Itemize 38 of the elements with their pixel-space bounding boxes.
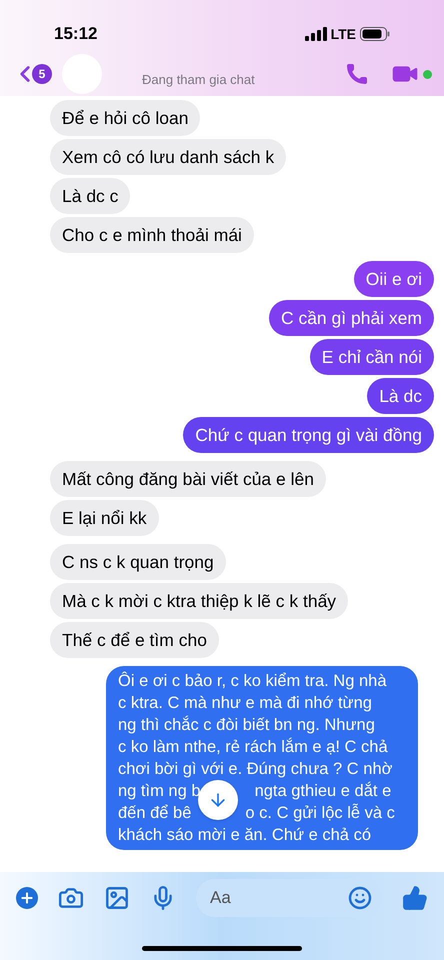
message-text: c ko làm nthe, rẻ rách lắm e ạ! C chả [118, 736, 388, 758]
chat-status: Đang tham gia chat [142, 71, 255, 90]
network-label: LTE [330, 24, 356, 44]
message-text: chơi bời gì với e. Đúng chưa ? C nhờ [118, 759, 392, 780]
message-bubble: C cần gì phải xem [268, 300, 434, 336]
message-bubble: Mà c k mời c ktra thiệp k lẽ c k thấy [50, 583, 348, 619]
message-text: Ôi e ơi c bảo r, c ko kiểm tra. Ng nhà [118, 670, 387, 692]
status-time: 15:12 [54, 23, 98, 46]
add-icon[interactable] [16, 887, 38, 909]
message-bubble: C ns c k quan trọng [50, 544, 226, 580]
unread-badge: 5 [32, 64, 52, 84]
emoji-icon[interactable] [348, 886, 372, 910]
signal-icon [304, 27, 327, 41]
message-text: ng thì chắc c đòi biết bn ng. Nhưng [118, 714, 375, 736]
message-bubble: Để e hỏi cô loan [50, 100, 200, 136]
message-bubble: E lại nổi kk [50, 500, 159, 536]
message-text: c ktra. C mà như e mà đi nhớ từng [118, 693, 372, 714]
scroll-down-button[interactable] [198, 780, 238, 820]
message-bubble: Thế c để e tìm cho [50, 622, 219, 658]
message-bubble: Oii e ơi [354, 261, 434, 297]
message-text: ng tìm ng b [118, 781, 201, 802]
phone-icon[interactable] [345, 62, 369, 86]
message-text: khách sáo mời e ăn. Chứ e chả có [118, 825, 371, 846]
thumbs-up-icon[interactable] [402, 885, 428, 911]
camera-icon[interactable] [58, 885, 84, 911]
message-bubble: E chỉ cần nói [310, 339, 434, 375]
message-bubble: Mất công đăng bài viết của e lên [50, 461, 326, 497]
message-bubble: Chứ c quan trọng gì vài đồng [183, 417, 434, 453]
message-text: o c. C gửi lộc lễ và c [245, 802, 395, 824]
message-text: đến để bê [118, 803, 192, 824]
battery-icon [360, 27, 390, 41]
message-bubble: Là dc c [50, 178, 130, 214]
message-bubble: Là dc [367, 378, 434, 414]
message-text: ngta gthieu e dắt e [254, 780, 392, 802]
message-bubble: Cho c e mình thoải mái [50, 217, 254, 253]
back-button[interactable]: 5 [12, 61, 52, 87]
message-bubble: Xem cô có lưu danh sách k [50, 139, 286, 175]
image-icon[interactable] [104, 885, 130, 911]
